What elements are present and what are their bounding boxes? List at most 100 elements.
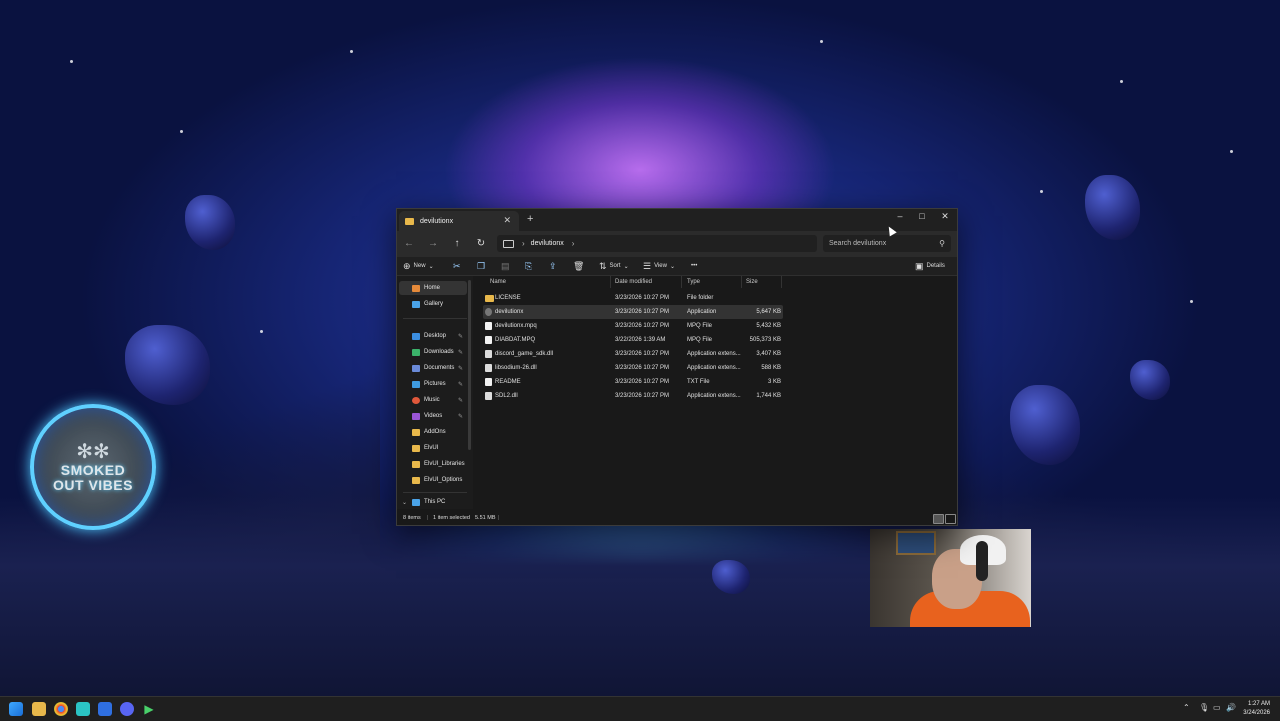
nav-item-elvui-options[interactable]: ElvUI_Options (399, 473, 467, 487)
forward-button[interactable]: → (425, 236, 441, 252)
nav-item-pictures[interactable]: Pictures ✎ (399, 377, 467, 391)
nav-scrollbar[interactable] (468, 280, 471, 450)
search-input[interactable]: Search devilutionx ⚲ (823, 235, 951, 252)
delete-button[interactable]: 🗑 (573, 259, 587, 273)
nav-item-desktop[interactable]: Desktop ✎ (399, 329, 467, 343)
nav-item-elvui-libraries[interactable]: ElvUI_Libraries (399, 457, 467, 471)
file-row[interactable]: DIABDAT.MPQ 3/22/2026 1:39 AM MPQ File 5… (483, 333, 783, 347)
discord-icon[interactable] (120, 702, 134, 716)
file-row[interactable]: devilutionx.mpq 3/23/2026 10:27 PM MPQ F… (483, 319, 783, 333)
tiles-view-button[interactable] (945, 514, 956, 524)
documents-icon (412, 364, 420, 372)
nav-item-videos[interactable]: Videos ✎ (399, 409, 467, 423)
file-row[interactable]: LICENSE 3/23/2026 10:27 PM File folder (483, 291, 783, 305)
more-options-button[interactable]: ••• (691, 259, 697, 273)
pictures-icon (412, 380, 420, 388)
details-view-button[interactable] (933, 514, 944, 524)
folder-icon (412, 428, 420, 436)
file-name: DIABDAT.MPQ (495, 337, 536, 343)
nav-label: Home (424, 285, 441, 291)
new-button[interactable]: ⊕ New ⌄ (403, 259, 434, 273)
column-header-name[interactable]: Name (490, 279, 506, 285)
volume-icon[interactable]: 🔊 (1226, 703, 1236, 712)
file-row[interactable]: SDL2.dll 3/23/2026 10:27 PM Application … (483, 389, 783, 403)
copy-button[interactable]: ❐ (477, 259, 488, 273)
nav-item-downloads[interactable]: Downloads ✎ (399, 345, 467, 359)
system-clock[interactable]: 1:27 AM 3/24/2026 (1243, 700, 1270, 718)
column-divider[interactable] (681, 276, 682, 288)
details-pane-button[interactable]: ▣ Details (915, 259, 945, 273)
details-label: Details (926, 263, 945, 269)
up-button[interactable]: ↑ (449, 236, 465, 252)
refresh-button[interactable]: ↻ (473, 236, 489, 252)
close-window-button[interactable]: ✕ (934, 209, 956, 225)
nav-label: Pictures (424, 381, 446, 387)
rename-button[interactable]: ⎘ (525, 259, 535, 273)
nav-item-gallery[interactable]: Gallery (399, 297, 467, 311)
close-tab-icon[interactable]: ✕ (503, 215, 511, 226)
chevron-down-icon: ⌄ (669, 263, 676, 270)
back-button[interactable]: ← (401, 236, 417, 252)
file-date: 3/23/2026 10:27 PM (615, 351, 670, 357)
new-tab-button[interactable]: + (527, 213, 533, 225)
column-divider[interactable] (781, 276, 782, 288)
play-icon[interactable]: ▶ (142, 702, 156, 716)
chrome-icon[interactable] (54, 702, 68, 716)
breadcrumb-devilutionx[interactable]: devilutionx (531, 240, 564, 247)
nav-item-addons[interactable]: AddOns (399, 425, 467, 439)
file-size: 505,373 KB (749, 337, 781, 343)
column-divider[interactable] (741, 276, 742, 288)
security-icon[interactable] (98, 702, 112, 716)
column-header-type[interactable]: Type (687, 279, 700, 285)
column-divider[interactable] (610, 276, 611, 288)
home-icon (412, 284, 420, 292)
monitor-icon[interactable]: ▭ (1213, 703, 1221, 712)
column-header-size[interactable]: Size (746, 279, 758, 285)
app-taskbar-icon[interactable] (76, 702, 90, 716)
smoked-out-vibes-logo: ✻✻ SMOKED OUT VIBES (30, 404, 156, 530)
view-button[interactable]: ☰ View ⌄ (643, 259, 675, 273)
file-size: 588 KB (761, 365, 781, 371)
music-icon (412, 396, 420, 404)
start-button[interactable] (9, 702, 23, 716)
folder-icon (405, 217, 414, 225)
nav-label: ElvUI (424, 445, 439, 451)
nav-item-this-pc[interactable]: ⌄ This PC (399, 497, 467, 507)
paste-button[interactable]: ▤ (501, 259, 513, 273)
file-row[interactable]: README 3/23/2026 10:27 PM TXT File 3 KB (483, 375, 783, 389)
column-header-date[interactable]: Date modified (615, 279, 652, 285)
nav-label: Videos (424, 413, 443, 419)
minimize-button[interactable]: – (889, 209, 911, 225)
file-name: libsodium-26.dll (495, 365, 537, 371)
chevron-down-icon[interactable]: ⌄ (402, 499, 407, 506)
nav-item-music[interactable]: Music ✎ (399, 393, 467, 407)
pin-icon: ✎ (457, 349, 463, 356)
nav-item-elvui[interactable]: ElvUI (399, 441, 467, 455)
file-row[interactable]: discord_game_sdk.dll 3/23/2026 10:27 PM … (483, 347, 783, 361)
nav-item-documents[interactable]: Documents ✎ (399, 361, 467, 375)
share-button[interactable]: ⇪ (549, 259, 560, 273)
file-list: Name Date modified Type Size LICENSE 3/2… (479, 276, 954, 509)
file-icon (485, 322, 492, 330)
sort-button[interactable]: ⇅ Sort ⌄ (599, 259, 629, 273)
cut-button[interactable]: ✂ (453, 259, 464, 273)
more-icon: ••• (691, 263, 698, 269)
maximize-button[interactable]: □ (911, 209, 933, 225)
scissors-icon: ✂ (453, 260, 461, 271)
file-icon (485, 336, 492, 344)
file-type: File folder (687, 295, 714, 301)
chevron-right-icon[interactable]: › (572, 239, 575, 248)
microphone-icon[interactable]: 🎙 (1199, 703, 1209, 712)
chevron-up-icon[interactable]: ⌃ (1183, 703, 1190, 712)
file-row-selected[interactable]: devilutionx 3/23/2026 10:27 PM Applicati… (483, 305, 783, 319)
downloads-icon (412, 348, 420, 356)
nav-item-home[interactable]: Home (399, 281, 467, 295)
nav-label: Desktop (424, 333, 447, 339)
file-explorer-taskbar-icon[interactable] (32, 702, 46, 716)
breadcrumb[interactable]: › devilutionx › (497, 235, 817, 252)
file-type: TXT File (687, 379, 710, 385)
chevron-down-icon: ⌄ (623, 263, 629, 270)
status-divider: | (427, 515, 429, 521)
tab-devilutionx[interactable]: devilutionx ✕ (399, 211, 519, 231)
file-row[interactable]: libsodium-26.dll 3/23/2026 10:27 PM Appl… (483, 361, 783, 375)
